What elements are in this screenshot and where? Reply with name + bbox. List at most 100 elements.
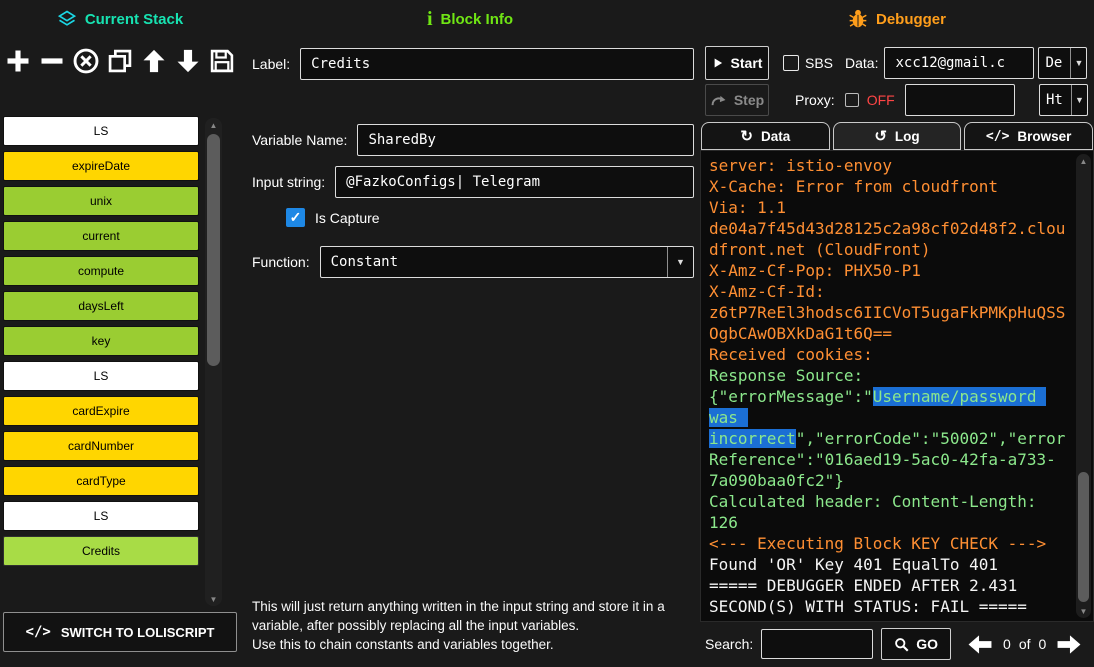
variable-name-row: Variable Name:	[252, 124, 694, 156]
chevron-down-icon: ▼	[1075, 95, 1084, 105]
function-dropdown-arrow-box: ▼	[667, 247, 693, 277]
stack-item[interactable]: cardNumber	[3, 431, 199, 461]
data-caption: Data:	[845, 55, 878, 71]
start-button-label: Start	[731, 55, 763, 71]
label-input[interactable]	[300, 48, 694, 80]
stack-scrollbar[interactable]: ▲ ▼	[205, 118, 222, 606]
minus-icon	[38, 47, 66, 75]
add-block-button[interactable]	[2, 44, 34, 78]
tab-log[interactable]: ↺ Log	[833, 122, 962, 150]
step-button-label: Step	[734, 92, 764, 108]
scroll-down-icon[interactable]: ▼	[205, 592, 222, 606]
log-line: ===== DEBUGGER ENDED AFTER 2.431 SECOND(…	[709, 575, 1069, 617]
stack-item[interactable]: daysLeft	[3, 291, 199, 321]
move-up-button[interactable]	[138, 44, 170, 78]
scroll-up-icon[interactable]: ▲	[205, 118, 222, 132]
stack-item[interactable]: compute	[3, 256, 199, 286]
stack-item[interactable]: LS	[3, 116, 199, 146]
go-button-label: GO	[916, 636, 938, 652]
description-line: This will just return anything written i…	[252, 598, 704, 636]
log-line: {"errorMessage":"Username/password was i…	[709, 386, 1069, 491]
stack-item-selected[interactable]: Credits	[3, 536, 199, 566]
chevron-down-icon: ▼	[676, 257, 685, 267]
proxy-type-dropdown[interactable]: Ht ▼	[1039, 84, 1088, 116]
stack-item[interactable]: LS	[3, 501, 199, 531]
proxy-type-value: Ht	[1040, 92, 1071, 108]
debugger-panel: Start SBS Data: De ▼ Step Proxy:	[700, 38, 1094, 667]
debugger-title: Debugger	[876, 11, 946, 28]
scroll-down-icon[interactable]: ▼	[1076, 604, 1091, 618]
proxy-status: OFF	[867, 92, 895, 108]
arrow-left-icon	[967, 634, 993, 655]
stack-scrollbar-thumb[interactable]	[207, 134, 220, 366]
log-line: X-Amz-Cf-Id: z6tP7ReEl3hodsc6IICVoT5ugaF…	[709, 281, 1069, 344]
match-of-label: of	[1019, 636, 1031, 652]
wordlist-type-dropdown[interactable]: De ▼	[1038, 47, 1087, 79]
stack-item[interactable]: LS	[3, 361, 199, 391]
step-arrow-icon	[710, 94, 727, 107]
switch-button-label: SWITCH TO LOLISCRIPT	[61, 625, 215, 640]
proxy-input[interactable]	[905, 84, 1015, 116]
openbullet-config-window: Current Stack i Block Info Debugger	[0, 0, 1094, 667]
stack-list: LS expireDate unix current compute daysLeft ke…	[3, 116, 199, 566]
is-capture-checkbox[interactable]: ✓	[286, 208, 305, 227]
variable-name-input[interactable]	[357, 124, 694, 156]
label-caption: Label:	[252, 56, 290, 72]
play-icon	[712, 57, 724, 69]
function-row: Function: Constant ▼	[252, 246, 694, 278]
debugger-step-row: Step Proxy: OFF Ht ▼	[705, 84, 1088, 116]
bug-icon	[848, 9, 868, 29]
sbs-checkbox[interactable]	[783, 55, 799, 71]
sbs-label: SBS	[805, 55, 833, 71]
stack-item[interactable]: cardExpire	[3, 396, 199, 426]
tab-browser-label: Browser	[1017, 129, 1071, 144]
plus-icon	[4, 47, 32, 75]
search-input[interactable]	[761, 629, 873, 659]
log-line: Calculated header: Content-Length: 126	[709, 491, 1069, 533]
block-description: This will just return anything written i…	[252, 598, 704, 655]
previous-match-button[interactable]	[965, 631, 995, 657]
disable-block-button[interactable]	[70, 44, 102, 78]
tab-log-label: Log	[895, 129, 920, 144]
stack-item[interactable]: expireDate	[3, 151, 199, 181]
log-scrollbar-thumb[interactable]	[1078, 472, 1089, 602]
move-down-button[interactable]	[172, 44, 204, 78]
clone-block-button[interactable]	[104, 44, 136, 78]
data-input[interactable]	[884, 47, 1034, 79]
stack-item[interactable]: unix	[3, 186, 199, 216]
arrow-up-icon	[140, 47, 168, 75]
code-icon: </>	[986, 129, 1009, 144]
scroll-up-icon[interactable]: ▲	[1076, 154, 1091, 168]
is-capture-label: Is Capture	[315, 210, 380, 226]
log-line: Response Source:	[709, 365, 1069, 386]
step-button[interactable]: Step	[705, 84, 769, 116]
function-caption: Function:	[252, 254, 310, 270]
function-selected-value: Constant	[321, 254, 667, 270]
is-capture-row: ✓ Is Capture	[286, 208, 380, 227]
stack-item[interactable]: current	[3, 221, 199, 251]
search-icon	[894, 637, 909, 652]
stack-item[interactable]: cardType	[3, 466, 199, 496]
save-config-button[interactable]	[206, 44, 238, 78]
proxy-checkbox[interactable]	[845, 93, 859, 107]
stack-item[interactable]: key	[3, 326, 199, 356]
next-match-button[interactable]	[1054, 631, 1084, 657]
search-caption: Search:	[705, 636, 753, 652]
check-icon: ✓	[290, 209, 302, 226]
tab-data[interactable]: ↻ Data	[701, 122, 830, 150]
match-current: 0	[1003, 636, 1011, 652]
input-string-input[interactable]	[335, 166, 694, 198]
log-search-row: Search: GO 0 of 0	[705, 627, 1090, 661]
save-icon	[208, 47, 236, 75]
current-stack-title: Current Stack	[85, 11, 183, 28]
tab-browser[interactable]: </> Browser	[964, 122, 1093, 150]
remove-block-button[interactable]	[36, 44, 68, 78]
variable-name-caption: Variable Name:	[252, 132, 347, 148]
search-go-button[interactable]: GO	[881, 628, 951, 660]
history-icon: ↺	[874, 127, 887, 145]
function-dropdown[interactable]: Constant ▼	[320, 246, 694, 278]
start-button[interactable]: Start	[705, 46, 769, 80]
log-scrollbar[interactable]: ▲ ▼	[1076, 154, 1091, 618]
switch-to-loliscript-button[interactable]: </> SWITCH TO LOLISCRIPT	[3, 612, 237, 652]
info-icon: i	[427, 8, 433, 31]
